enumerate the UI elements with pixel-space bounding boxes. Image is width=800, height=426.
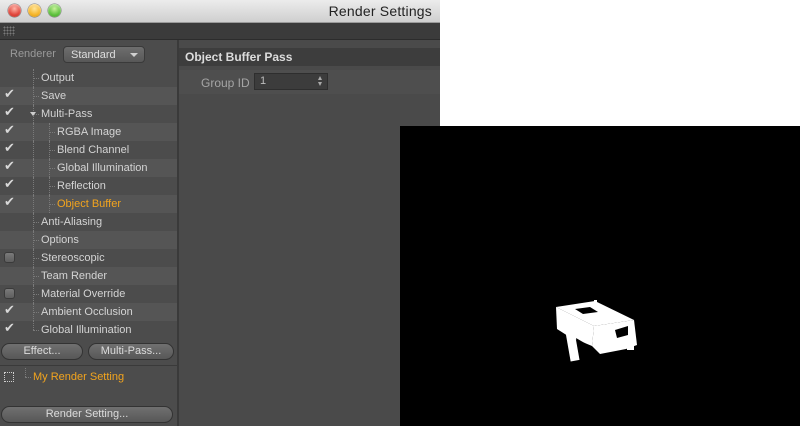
tree-item-label: Multi-Pass xyxy=(41,108,93,120)
tree-item[interactable]: ✔ Global Illumination xyxy=(0,159,177,177)
renderer-dropdown[interactable]: Standard xyxy=(63,46,145,63)
section-header: Object Buffer Pass xyxy=(179,48,440,66)
tree-item-label: Ambient Occlusion xyxy=(41,306,133,318)
window-title: Render Settings xyxy=(328,3,432,19)
tree-item[interactable]: ✔ Object Buffer xyxy=(0,195,177,213)
tree-connector xyxy=(25,368,26,377)
checkbox-unchecked[interactable] xyxy=(4,288,15,299)
tree-connector xyxy=(49,168,55,169)
tree-connector xyxy=(49,150,55,151)
tree-item-label: Global Illumination xyxy=(41,324,132,336)
render-setting-label: My Render Setting xyxy=(33,371,125,383)
tree-connector xyxy=(33,177,34,195)
tree-item[interactable]: Material Override xyxy=(0,285,177,303)
render-setting-button[interactable]: Render Setting... xyxy=(1,406,173,423)
tree-item-label: Blend Channel xyxy=(57,144,130,156)
tree-connector xyxy=(33,159,34,177)
checkbox-checked-icon[interactable]: ✔ xyxy=(4,160,15,173)
tree-item[interactable]: ✔ Save xyxy=(0,87,177,105)
tree-item-label: Reflection xyxy=(57,180,106,192)
group-id-label: Group ID xyxy=(201,76,250,90)
tree-connector xyxy=(49,204,55,205)
section-title: Object Buffer Pass xyxy=(185,50,293,64)
group-id-value: 1 xyxy=(260,75,267,87)
tree-item[interactable]: Output xyxy=(0,69,177,87)
tree-connector xyxy=(33,294,39,295)
tree-connector xyxy=(33,123,34,141)
render-settings-window: Render Settings Renderer Standard Output… xyxy=(0,0,440,426)
tree-item[interactable]: ✔ RGBA Image xyxy=(0,123,177,141)
checkbox-checked-icon[interactable]: ✔ xyxy=(4,322,15,335)
tree-item[interactable]: Options xyxy=(0,231,177,249)
tree-item-label: Stereoscopic xyxy=(41,252,105,264)
tree-item-label: Anti-Aliasing xyxy=(41,216,103,228)
renderer-value: Standard xyxy=(71,49,116,61)
grip-icon[interactable] xyxy=(3,26,15,36)
settings-sidebar: Renderer Standard Output ✔ Save ✔ Multi-Pass… xyxy=(0,40,179,426)
renderer-label: Renderer xyxy=(10,48,56,60)
checkbox-checked-icon[interactable]: ✔ xyxy=(4,304,15,317)
tree-connector xyxy=(33,78,39,79)
effect-button[interactable]: Effect... xyxy=(1,343,83,360)
checkbox-checked-icon[interactable]: ✔ xyxy=(4,88,15,101)
tree-item-label: Team Render xyxy=(41,270,108,282)
checkbox-checked-icon[interactable]: ✔ xyxy=(4,124,15,137)
tree-connector xyxy=(33,141,34,159)
group-id-input[interactable]: 1 xyxy=(254,73,328,90)
checkbox-unchecked[interactable] xyxy=(4,252,15,263)
tree-item[interactable]: ✔ Reflection xyxy=(0,177,177,195)
tree-connector xyxy=(33,276,39,277)
checkbox-checked-icon[interactable]: ✔ xyxy=(4,142,15,155)
tree-item-label: Output xyxy=(41,72,75,84)
tree-item[interactable]: ✔ Ambient Occlusion xyxy=(0,303,177,321)
tree-item[interactable]: ✔ Blend Channel xyxy=(0,141,177,159)
tree-item-label: Object Buffer xyxy=(57,198,121,210)
box-leg xyxy=(627,338,634,350)
tree-item-label: Material Override xyxy=(41,288,126,300)
tree-connector xyxy=(33,321,34,330)
tree-item-label: RGBA Image xyxy=(57,126,122,138)
object-buffer-render-image xyxy=(556,300,637,362)
tree-connector xyxy=(33,258,39,259)
tree-item[interactable]: ✔ Global Illumination xyxy=(0,321,177,339)
tree-connector xyxy=(33,195,34,213)
tree-item[interactable]: ✔ Multi-Pass xyxy=(0,105,177,123)
tree-connector xyxy=(33,312,39,313)
checkbox-checked-icon[interactable]: ✔ xyxy=(4,196,15,209)
tree-item-label: Global Illumination xyxy=(57,162,148,174)
zoom-window-button[interactable] xyxy=(48,4,61,17)
box-handle xyxy=(594,300,597,306)
tree-connector xyxy=(49,186,55,187)
expand-arrow-icon[interactable] xyxy=(30,112,36,116)
tree-item-label: Save xyxy=(41,90,67,102)
render-setting-icon xyxy=(4,372,14,382)
settings-tree: Output ✔ Save ✔ Multi-Pass ✔ RGBA Image ✔ Blend … xyxy=(0,69,177,339)
minimize-window-button[interactable] xyxy=(28,4,41,17)
render-setting-item[interactable]: My Render Setting xyxy=(0,368,177,386)
render-preview xyxy=(400,126,800,426)
stepper-arrows-icon[interactable] xyxy=(318,76,323,87)
tree-connector xyxy=(33,222,39,223)
tree-item-label: Options xyxy=(41,234,79,246)
multi-pass-button[interactable]: Multi-Pass... xyxy=(88,343,174,360)
tree-item[interactable]: Stereoscopic xyxy=(0,249,177,267)
tree-connector xyxy=(33,96,39,97)
renderer-row: Renderer Standard xyxy=(0,44,177,64)
divider xyxy=(0,365,177,366)
tree-connector xyxy=(33,240,39,241)
tree-connector xyxy=(25,377,31,378)
group-id-row: Group ID 1 xyxy=(179,70,440,94)
toolbar-strip xyxy=(0,23,440,40)
tree-item[interactable]: Team Render xyxy=(0,267,177,285)
title-bar[interactable]: Render Settings xyxy=(0,0,440,23)
tree-connector xyxy=(33,330,39,331)
tree-item[interactable]: Anti-Aliasing xyxy=(0,213,177,231)
close-window-button[interactable] xyxy=(8,4,21,17)
chevron-down-icon xyxy=(130,53,138,57)
tree-connector xyxy=(49,132,55,133)
checkbox-checked-icon[interactable]: ✔ xyxy=(4,106,15,119)
checkbox-checked-icon[interactable]: ✔ xyxy=(4,178,15,191)
